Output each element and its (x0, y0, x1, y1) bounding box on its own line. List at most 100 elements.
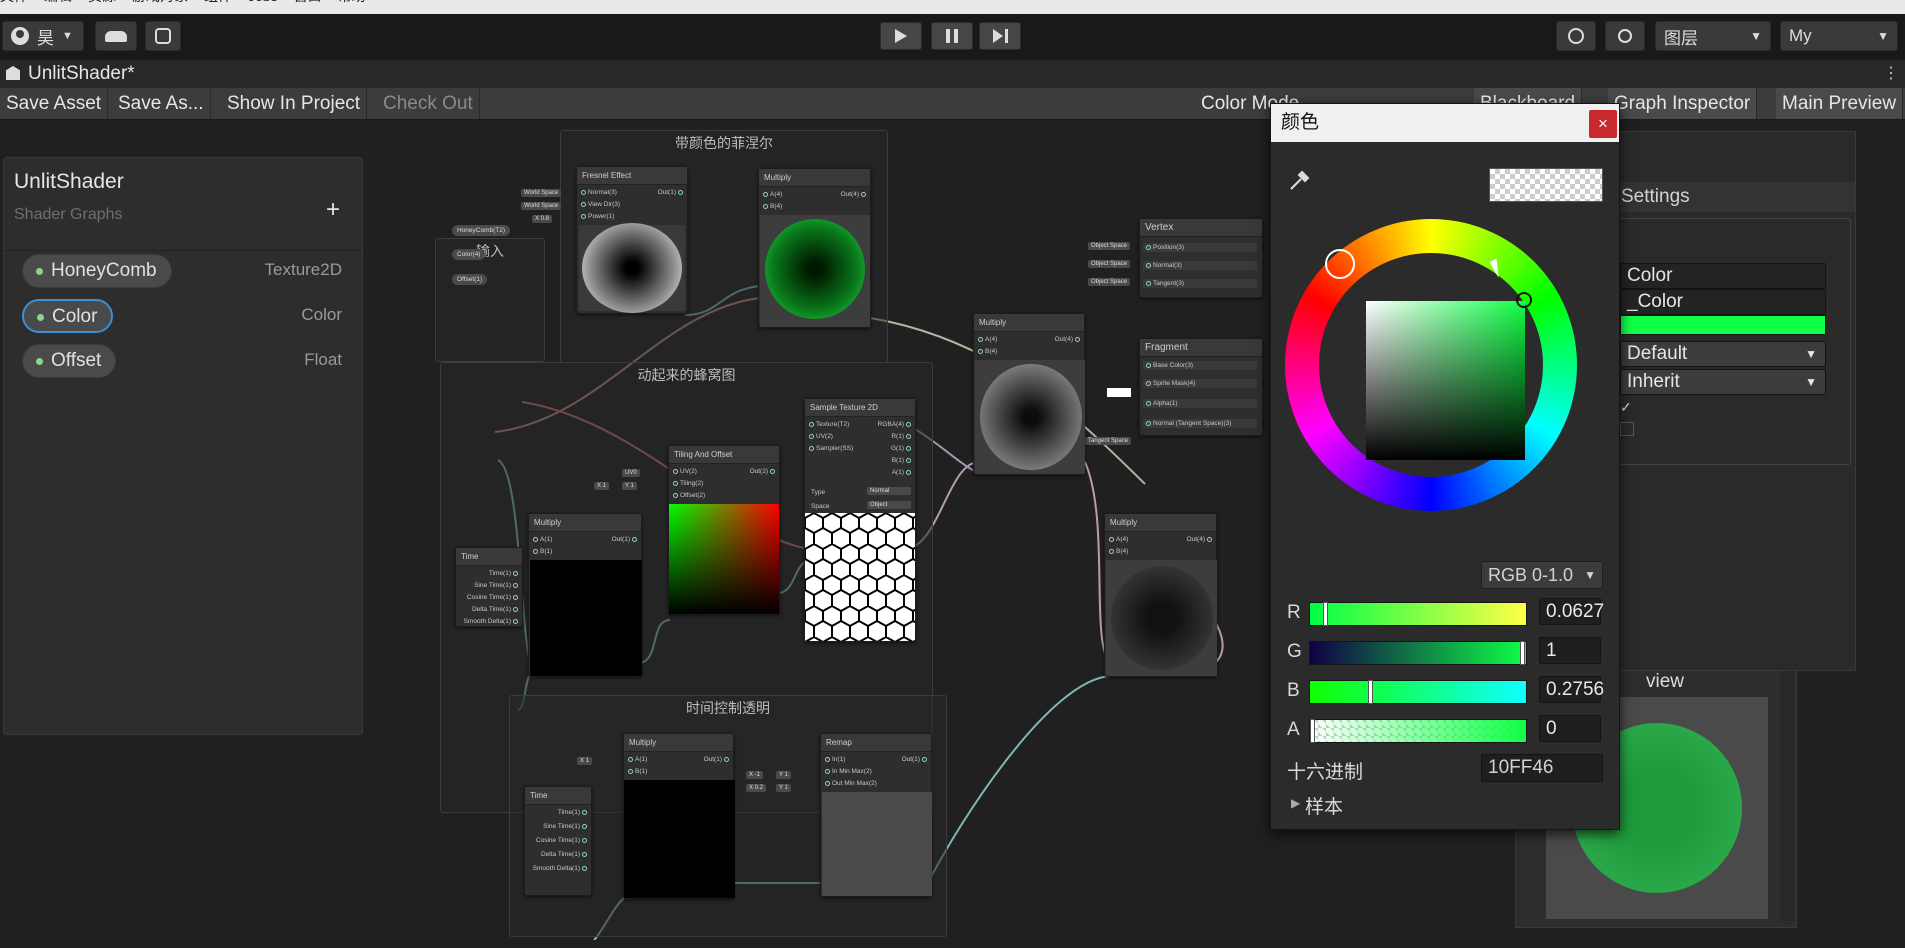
multiply-bottom-node[interactable]: Multiply A(1) B(1) Out(1) (623, 733, 735, 899)
multiply-center-port-b[interactable]: B(4) (976, 348, 997, 355)
b-knob[interactable] (1367, 680, 1373, 704)
property-checkbox[interactable] (1620, 422, 1634, 436)
multiply-bottom-port-a[interactable]: A(1) (626, 756, 647, 763)
fresnel-port-power[interactable]: Power(1) (579, 213, 614, 220)
time2-port-cosine[interactable]: Cosine Time(1) (536, 837, 589, 844)
step-button[interactable] (979, 22, 1021, 50)
save-asset-button[interactable]: Save Asset (0, 88, 109, 119)
history-button[interactable] (1556, 21, 1596, 51)
tiling-port-out[interactable]: Out(2) (750, 468, 777, 475)
r-value-field[interactable]: 0.0627 (1539, 598, 1604, 625)
honeycomb-property-node[interactable]: HoneyComb(T2) (452, 225, 511, 236)
multiply-time-node[interactable]: Multiply A(1) B(1) Out(1) (528, 513, 642, 677)
fresnel-normal-space[interactable]: World Space (521, 189, 562, 197)
sample-port-rgba[interactable]: RGBA(4) (878, 421, 913, 428)
main-preview-toggle[interactable]: Main Preview (1776, 88, 1904, 119)
multiply-bottom-port-out[interactable]: Out(1) (704, 756, 731, 763)
color-property-node[interactable]: Color(4) (452, 249, 486, 260)
fragment-normal-space[interactable]: Tangent Space (1085, 437, 1132, 445)
fragment-node[interactable]: Fragment Base Color(3) Sprite Mask(4) Al… (1139, 338, 1263, 436)
collab-button[interactable] (145, 21, 181, 51)
multiply-right-port-b[interactable]: B(4) (1107, 548, 1128, 555)
time-node-2[interactable]: Time Time(1) Sine Time(1) Cosine Time(1)… (524, 786, 592, 896)
multiply-bottom-port-b[interactable]: B(1) (626, 768, 647, 775)
vertex-node[interactable]: Vertex Position(3) Normal(3) Tangent(3) (1139, 218, 1263, 298)
swatches-expand-icon[interactable]: ▶ (1291, 796, 1300, 810)
time2-port-smooth[interactable]: Smooth Delta(1) (533, 865, 589, 872)
remap-inmax-field[interactable]: Y 1 (776, 771, 791, 779)
swatches-label[interactable]: 样本 (1305, 792, 1343, 819)
sample-texture-node[interactable]: Sample Texture 2D Texture(T2) UV(2) Samp… (804, 398, 916, 642)
pause-button[interactable] (931, 22, 973, 50)
multiply-right-port-a[interactable]: A(4) (1107, 536, 1128, 543)
multiply-right-node[interactable]: Multiply A(4) B(4) Out(4) (1104, 513, 1217, 677)
tiling-offset-node[interactable]: Tiling And Offset UV(2) Tiling(2) Offset… (668, 445, 780, 615)
hue-handle[interactable] (1325, 249, 1355, 279)
vertex-tangent-space[interactable]: Object Space (1088, 278, 1131, 286)
checkmark-icon[interactable]: ✓ (1620, 399, 1634, 415)
graph-inspector-toggle[interactable]: Graph Inspector (1608, 88, 1758, 119)
sample-port-r[interactable]: R(1) (891, 433, 913, 440)
sample-port-uv[interactable]: UV(2) (807, 433, 833, 440)
saturation-value-square[interactable] (1366, 292, 1532, 460)
save-as-button[interactable]: Save As... (112, 88, 211, 119)
layout-dropdown[interactable]: My ▼ (1780, 21, 1898, 51)
time-port-cosine[interactable]: Cosine Time(1) (467, 594, 520, 601)
inspector-settings-tab[interactable]: Settings (1615, 182, 1855, 212)
property-name-field[interactable]: Color (1620, 263, 1826, 289)
multiply-fresnel-node[interactable]: Multiply A(4) B(4) Out(4) (758, 168, 871, 328)
vertex-normal-space[interactable]: Object Space (1088, 260, 1131, 268)
remap-outmax-field[interactable]: Y 1 (776, 784, 791, 792)
tiling-uv-channel[interactable]: UV0 (622, 469, 640, 477)
vertex-port-position[interactable]: Position(3) (1143, 243, 1257, 252)
property-precision-dropdown[interactable]: Inherit ▼ (1620, 369, 1826, 395)
play-button[interactable] (880, 22, 922, 50)
property-offset[interactable]: Offset (22, 344, 117, 378)
fresnel-port-viewdir[interactable]: View Dir(3) (579, 201, 620, 208)
multiply-fresnel-port-b[interactable]: B(4) (761, 203, 782, 210)
fresnel-viewdir-space[interactable]: World Space (521, 202, 562, 210)
time-port-smooth[interactable]: Smooth Delta(1) (464, 618, 520, 625)
search-button[interactable] (1605, 21, 1645, 51)
multiply-fresnel-port-out[interactable]: Out(4) (841, 191, 868, 198)
eyedropper-icon[interactable] (1287, 169, 1311, 193)
hex-value-field[interactable]: 10FF46 (1481, 754, 1603, 782)
sample-port-g[interactable]: G(1) (891, 445, 913, 452)
g-slider[interactable] (1309, 641, 1527, 665)
b-value-field[interactable]: 0.2756 (1539, 676, 1604, 703)
vertex-port-normal[interactable]: Normal(3) (1143, 261, 1257, 270)
main-preview-scrollbar[interactable] (1780, 671, 1794, 921)
tiling-port-uv[interactable]: UV(2) (671, 468, 697, 475)
multiply-fresnel-port-a[interactable]: A(4) (761, 191, 782, 198)
remap-port-in[interactable]: In(1) (823, 756, 845, 763)
more-options-icon[interactable]: ⋮ (1883, 63, 1899, 83)
sprite-mask-swatch[interactable] (1107, 388, 1131, 397)
b-slider[interactable] (1309, 680, 1527, 704)
sample-port-texture[interactable]: Texture(T2) (807, 421, 849, 428)
multiply-bottom-a-field[interactable]: X 1 (577, 757, 593, 765)
time2-port-delta[interactable]: Delta Time(1) (541, 851, 589, 858)
fresnel-port-normal[interactable]: Normal(3) (579, 189, 617, 196)
multiply-center-port-a[interactable]: A(4) (976, 336, 997, 343)
time-node[interactable]: Time Time(1) Sine Time(1) Cosine Time(1)… (455, 547, 523, 627)
layers-dropdown[interactable]: 图层 ▼ (1655, 21, 1771, 51)
fragment-port-normal-ts[interactable]: Normal (Tangent Space)(3) (1143, 419, 1257, 428)
g-knob[interactable] (1520, 641, 1525, 665)
sample-port-b[interactable]: B(1) (892, 457, 913, 464)
remap-inmin-field[interactable]: X -1 (746, 771, 764, 779)
window-tab-title[interactable]: UnlitShader* (28, 63, 135, 85)
time2-port-sine[interactable]: Sine Time(1) (543, 823, 589, 830)
a-value-field[interactable]: 0 (1539, 715, 1601, 742)
cloud-button[interactable] (95, 21, 137, 51)
remap-node[interactable]: Remap In(1) In Min Max(2) Out Min Max(2)… (820, 733, 932, 897)
tiling-port-offset[interactable]: Offset(2) (671, 492, 705, 499)
fragment-port-alpha[interactable]: Alpha(1) (1143, 399, 1257, 408)
fresnel-port-out[interactable]: Out(1) (658, 189, 685, 196)
remap-port-inminmax[interactable]: In Min Max(2) (823, 768, 872, 775)
property-mode-dropdown[interactable]: Default ▼ (1620, 341, 1826, 367)
sample-port-a[interactable]: A(1) (892, 469, 913, 476)
show-in-project-button[interactable]: Show In Project (221, 88, 368, 119)
fragment-port-basecolor[interactable]: Base Color(3) (1143, 361, 1257, 370)
time-port-delta[interactable]: Delta Time(1) (472, 606, 520, 613)
time2-port-time[interactable]: Time(1) (558, 809, 589, 816)
